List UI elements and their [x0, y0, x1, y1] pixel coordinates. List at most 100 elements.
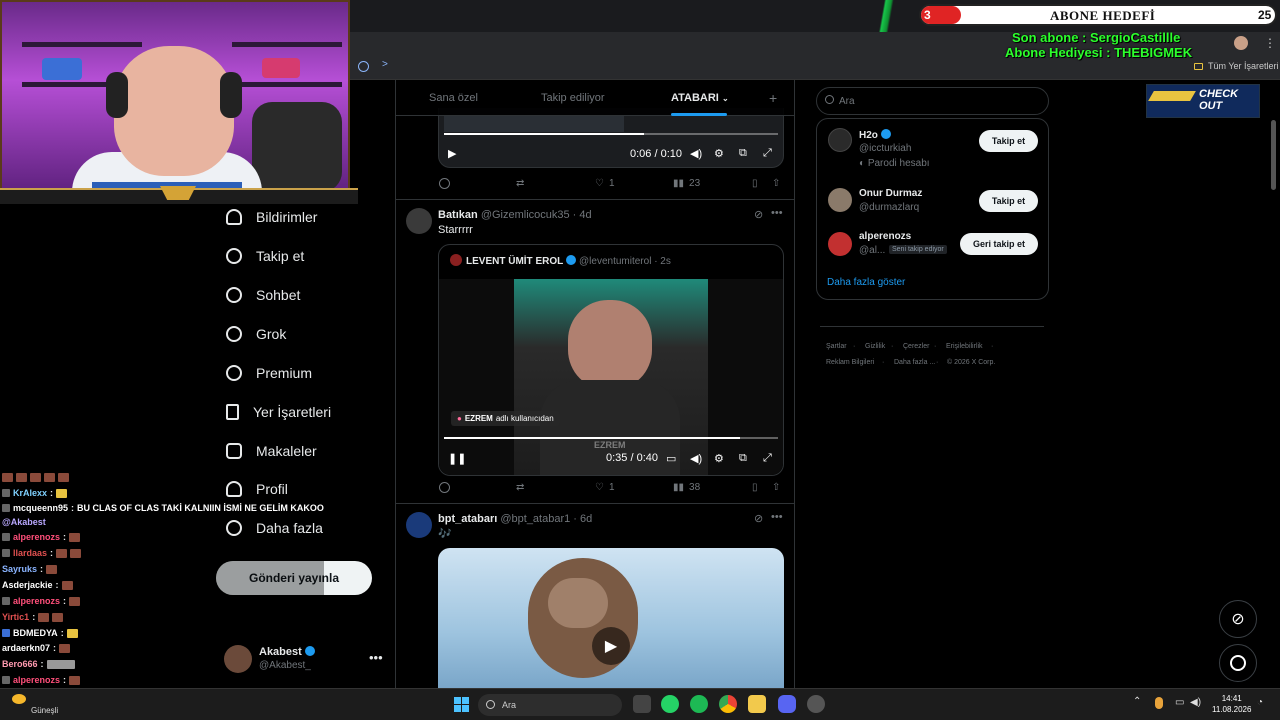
reply-button[interactable] — [439, 482, 450, 493]
quote-author[interactable]: LEVENT ÜMİT EROL @leventumiterol · 2s — [466, 255, 671, 267]
who-avatar[interactable] — [828, 188, 852, 212]
settings-icon[interactable]: ⚙ — [714, 147, 724, 160]
fullscreen-icon[interactable]: ⤢ — [763, 452, 772, 465]
chat-message: BDMEDYA: — [2, 628, 78, 638]
follow-button[interactable]: Takip et — [979, 190, 1038, 212]
footer-divider — [820, 326, 1044, 327]
app-icon[interactable] — [807, 695, 825, 713]
who-avatar[interactable] — [828, 232, 852, 256]
windows-start-icon[interactable] — [454, 697, 469, 712]
views-button[interactable]: ▮▮ 23 — [673, 178, 700, 189]
pause-icon[interactable]: ❚❚ — [448, 452, 466, 465]
whatsapp-icon[interactable] — [661, 695, 679, 713]
chat-message: alperenozs: — [2, 675, 81, 685]
grok-icon[interactable]: ⊘ — [754, 512, 763, 525]
volume-icon[interactable]: ◀) — [690, 147, 702, 160]
footer-link[interactable]: Erişilebilirlik — [946, 343, 983, 350]
chat-message: Bero666: — [2, 659, 75, 669]
bookmark-button[interactable]: ▯ — [752, 178, 758, 189]
microphone-icon[interactable] — [1155, 697, 1163, 709]
play-icon[interactable]: ▶ — [448, 147, 456, 160]
chevron-up-icon[interactable]: ⌃ — [1133, 696, 1141, 707]
refresh-icon[interactable] — [358, 61, 369, 72]
menu-icon[interactable]: ⋮ — [1264, 36, 1276, 50]
more-dots-icon[interactable]: ••• — [369, 650, 383, 665]
footer-link[interactable]: Çerezler — [903, 343, 929, 350]
scrollbar[interactable] — [1271, 120, 1276, 190]
tweet-author[interactable]: bpt_atabarı @bpt_atabar1 · 6d — [438, 513, 592, 525]
footer-link[interactable]: Gizlilik — [865, 343, 885, 350]
nav-follow[interactable]: Takip et — [226, 244, 304, 268]
more-dots-icon[interactable]: ••• — [771, 511, 783, 523]
tweet-avatar[interactable] — [406, 208, 432, 234]
notifications-icon[interactable]: ◔ — [1257, 697, 1263, 708]
play-icon[interactable]: ▶ — [592, 627, 630, 665]
reply-button[interactable] — [439, 178, 450, 189]
tweet-avatar[interactable] — [406, 512, 432, 538]
footer-link[interactable]: Şartlar — [826, 343, 847, 350]
who-avatar[interactable] — [828, 128, 852, 152]
tweet3-video[interactable] — [438, 548, 784, 688]
file-explorer-icon[interactable] — [748, 695, 766, 713]
captions-icon[interactable]: ▭ — [666, 452, 676, 465]
repost-button[interactable]: ⇄ — [516, 178, 524, 189]
chat-message: Asderjackie: — [2, 580, 73, 590]
nav-label: Bildirimler — [256, 209, 318, 225]
nav-more[interactable]: Daha fazla — [226, 516, 323, 540]
taskbar-clock[interactable]: 14:41 11.08.2026 — [1212, 693, 1251, 715]
fullscreen-icon[interactable]: ⤢ — [763, 147, 772, 160]
like-button[interactable]: ♡ 1 — [595, 178, 615, 189]
network-icon[interactable]: ▭ — [1175, 697, 1184, 708]
share-button[interactable]: ⇧ — [772, 482, 780, 493]
nav-premium[interactable]: Premium — [226, 361, 312, 385]
account-name[interactable]: Akabest — [259, 646, 315, 658]
spotify-icon[interactable] — [690, 695, 708, 713]
volume-icon[interactable]: ◀) — [690, 452, 702, 465]
video-progress-fill — [444, 133, 644, 135]
bookmark-button[interactable]: ▯ — [752, 482, 758, 493]
tab-following[interactable]: Takip ediliyor — [541, 92, 605, 104]
follow-back-button[interactable]: Geri takip et — [960, 233, 1038, 255]
nav-chat[interactable]: Sohbet — [226, 283, 300, 307]
views-button[interactable]: ▮▮ 38 — [673, 482, 700, 493]
footer-link[interactable]: Daha fazla ... — [894, 359, 935, 366]
who-name[interactable]: H2o — [859, 129, 891, 141]
who-name[interactable]: alperenozs — [859, 231, 911, 242]
follow-button[interactable]: Takip et — [979, 130, 1038, 152]
pip-icon[interactable]: ⧉ — [739, 147, 747, 160]
discord-icon[interactable] — [778, 695, 796, 713]
tab-for-you[interactable]: Sana özel — [429, 92, 478, 104]
volume-icon[interactable]: ◀) — [1190, 697, 1201, 708]
add-tab-icon[interactable]: + — [769, 90, 777, 106]
who-name[interactable]: Onur Durmaz — [859, 188, 922, 199]
nav-bookmarks[interactable]: Yer İşaretleri — [226, 400, 331, 424]
chat-fab[interactable] — [1219, 644, 1257, 682]
nav-label: Makaleler — [256, 443, 317, 459]
tab-atabari[interactable]: ATABARI ⌄ — [671, 92, 729, 104]
taskbar-search[interactable]: Ara — [478, 694, 622, 716]
account-handle: @Akabest_ — [259, 660, 311, 671]
chat-message: ardaerkn07: — [2, 643, 71, 653]
settings-icon[interactable]: ⚙ — [714, 452, 724, 465]
all-bookmarks-link[interactable]: Tüm Yer İşaretleri — [1208, 61, 1279, 71]
search-input[interactable]: Ara — [816, 87, 1049, 115]
repost-button[interactable]: ⇄ — [516, 482, 524, 493]
grok-fab[interactable]: ⊘ — [1219, 600, 1257, 638]
nav-grok[interactable]: Grok — [226, 322, 286, 346]
chevron-right-icon[interactable]: > — [382, 59, 388, 70]
footer-link[interactable]: Reklam Bilgileri — [826, 359, 874, 366]
nav-profile[interactable]: Profil — [226, 477, 288, 501]
avatar[interactable] — [1234, 36, 1248, 50]
task-view-icon[interactable] — [633, 695, 651, 713]
grok-icon[interactable]: ⊘ — [754, 208, 763, 221]
nav-articles[interactable]: Makaleler — [226, 439, 317, 463]
tweet-author[interactable]: Batıkan @Gizemlicocuk35 · 4d — [438, 209, 592, 221]
pip-icon[interactable]: ⧉ — [739, 452, 747, 465]
chrome-icon[interactable] — [719, 695, 737, 713]
like-button[interactable]: ♡ 1 — [595, 482, 615, 493]
nav-notifications[interactable]: Bildirimler — [226, 205, 317, 229]
show-more-link[interactable]: Daha fazla göster — [827, 277, 905, 288]
more-dots-icon[interactable]: ••• — [771, 207, 783, 219]
account-avatar[interactable] — [224, 645, 252, 673]
share-button[interactable]: ⇧ — [772, 178, 780, 189]
